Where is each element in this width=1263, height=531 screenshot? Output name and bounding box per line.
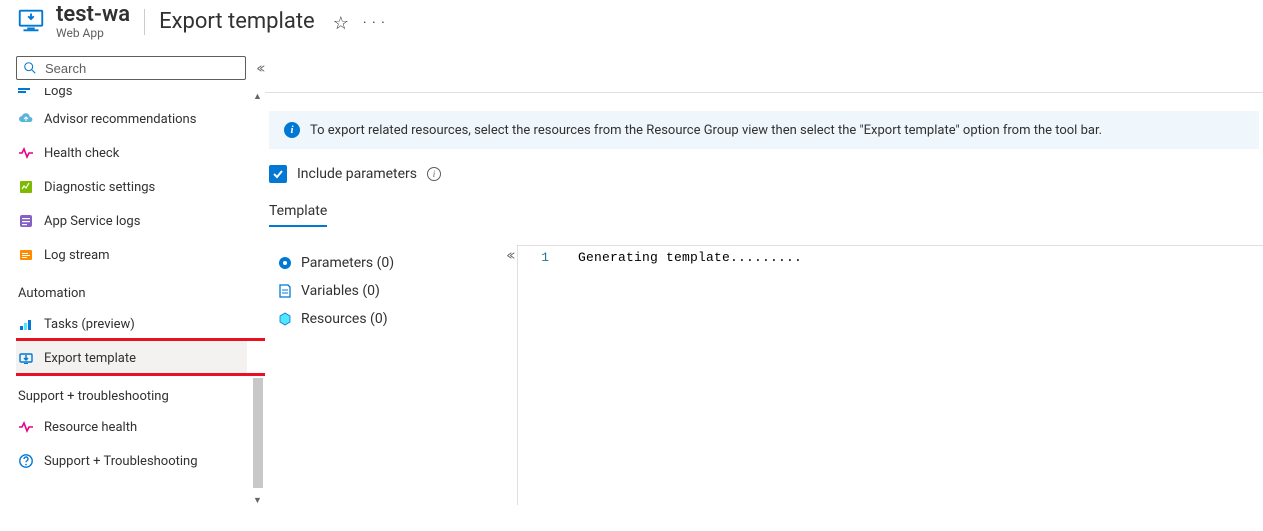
tree-parameters[interactable]: Parameters (0) — [277, 249, 517, 277]
scroll-up-icon[interactable]: ▲ — [250, 88, 265, 104]
page-header: test-wa Web App Export template ☆ · · · — [0, 0, 1263, 46]
collapse-tree-icon[interactable]: ≪ — [507, 249, 515, 262]
info-icon: i — [284, 122, 300, 138]
app-logs-icon — [18, 213, 34, 229]
log-stream-icon — [18, 247, 34, 263]
export-template-icon — [18, 350, 34, 366]
resources-icon — [277, 311, 293, 327]
info-text: To export related resources, select the … — [310, 123, 1102, 138]
page-title: Export template — [159, 9, 315, 34]
tab-template[interactable]: Template — [269, 199, 327, 227]
code-editor[interactable]: 1 Generating template......... — [517, 245, 1263, 505]
scrollbar[interactable]: ▲ ▼ — [250, 88, 265, 508]
heartbeat-icon — [18, 419, 34, 435]
sidebar-item-label: Log stream — [44, 248, 110, 263]
sidebar-item-advisor-recommendations[interactable]: Advisor recommendations — [16, 102, 255, 136]
help-circle-icon — [18, 453, 34, 469]
editor-line: Generating template......... — [560, 246, 802, 505]
tree-resources[interactable]: Resources (0) — [277, 305, 517, 333]
sidebar-item-label: Support + Troubleshooting — [44, 454, 198, 469]
sidebar-item-support-troubleshooting[interactable]: Support + Troubleshooting — [16, 444, 255, 478]
sidebar: ≪ Logs Advisor recommendationsHealth che… — [0, 46, 265, 523]
help-icon[interactable]: i — [427, 167, 441, 181]
sidebar-item-label: Resource health — [44, 420, 137, 435]
sidebar-item-log-stream[interactable]: Log stream — [16, 238, 255, 272]
sidebar-item-tasks-preview-[interactable]: Tasks (preview) — [16, 307, 255, 341]
tasks-icon — [18, 316, 34, 332]
diagnostics-icon — [18, 179, 34, 195]
search-box[interactable] — [16, 56, 246, 80]
group-automation: Automation — [18, 286, 255, 301]
sidebar-item-label: Export template — [44, 351, 136, 366]
resource-name: test-wa — [56, 2, 130, 27]
sidebar-item-health-check[interactable]: Health check — [16, 136, 255, 170]
title-divider — [144, 9, 145, 35]
more-actions-icon[interactable]: · · · — [363, 15, 386, 31]
search-input[interactable] — [45, 61, 239, 76]
tree-variables[interactable]: Variables (0) — [277, 277, 517, 305]
resource-type: Web App — [56, 26, 130, 40]
main-content: i To export related resources, select th… — [265, 46, 1263, 523]
sidebar-item-resource-health[interactable]: Resource health — [16, 410, 255, 444]
parameters-icon — [277, 255, 293, 271]
sidebar-item-label: Logs — [44, 88, 72, 99]
line-number: 1 — [518, 246, 560, 505]
cloud-arrow-icon — [18, 111, 34, 127]
sidebar-item-diagnostic-settings[interactable]: Diagnostic settings — [16, 170, 255, 204]
heartbeat-icon — [18, 145, 34, 161]
favorite-star-icon[interactable]: ☆ — [333, 13, 349, 34]
sidebar-menu: Logs Advisor recommendations Health check… — [16, 88, 265, 508]
variables-icon — [277, 283, 293, 299]
include-parameters-checkbox[interactable] — [269, 165, 287, 183]
sidebar-item-label: Tasks (preview) — [44, 317, 135, 332]
sidebar-item-export-template[interactable]: Export template — [16, 341, 247, 375]
template-tree: ≪ Parameters (0) Variables (0) — [265, 245, 517, 505]
include-parameters-row: Include parameters i — [269, 165, 1263, 183]
logs-icon — [18, 88, 34, 99]
tree-label: Variables (0) — [301, 283, 380, 299]
info-banner: i To export related resources, select th… — [269, 111, 1259, 149]
tree-label: Resources (0) — [301, 311, 388, 327]
include-parameters-label: Include parameters — [297, 166, 417, 182]
scrollbar-thumb[interactable] — [253, 378, 263, 488]
sidebar-item-label: Health check — [44, 146, 119, 161]
search-icon — [23, 61, 37, 75]
sidebar-item-label: Advisor recommendations — [44, 112, 196, 127]
tree-label: Parameters (0) — [301, 255, 394, 271]
sidebar-item-label: Diagnostic settings — [44, 180, 155, 195]
sidebar-item-label: App Service logs — [44, 214, 140, 229]
scroll-down-icon[interactable]: ▼ — [250, 492, 265, 508]
sidebar-item-app-service-logs[interactable]: App Service logs — [16, 204, 255, 238]
tabs: Template — [269, 199, 1263, 227]
sidebar-item-logs[interactable]: Logs — [16, 88, 255, 100]
webapp-icon — [16, 5, 46, 35]
group-support: Support + troubleshooting — [18, 389, 255, 404]
